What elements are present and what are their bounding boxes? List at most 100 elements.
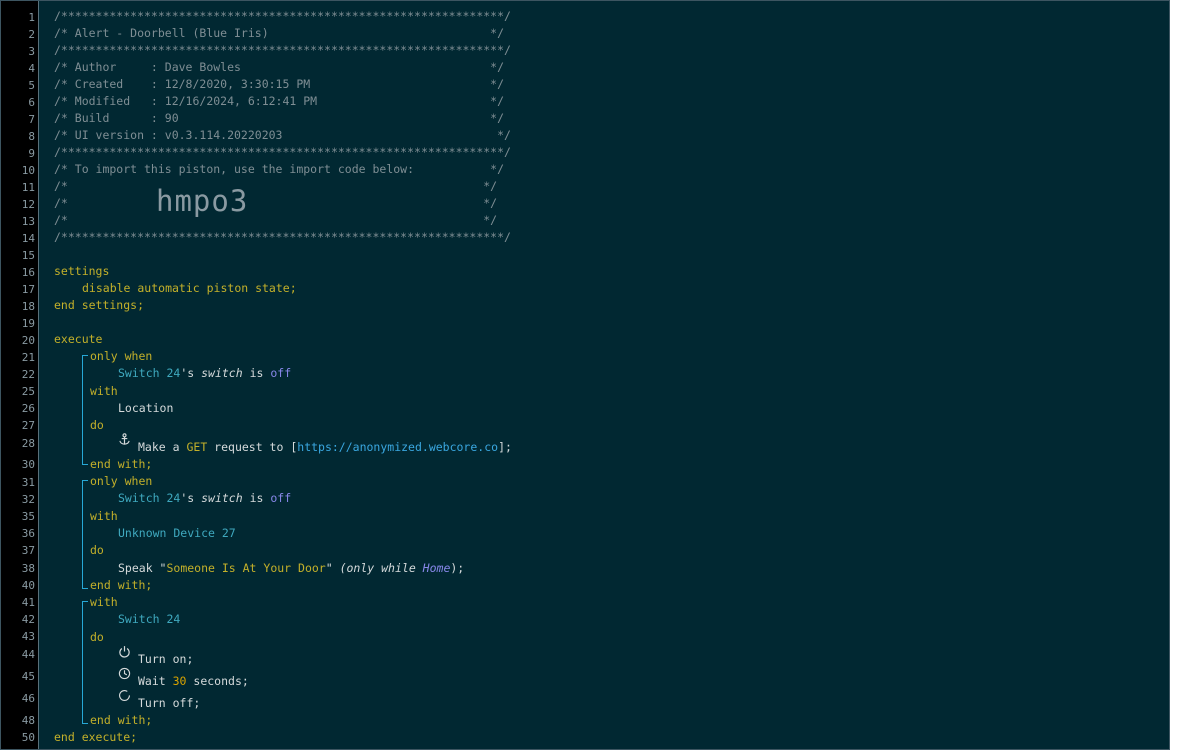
line-number: 2 [28, 28, 35, 41]
line-number: 16 [21, 266, 35, 279]
task-text: ]; [498, 440, 512, 454]
end-with-keyword: end with; [90, 578, 153, 592]
with-keyword: with [90, 384, 118, 398]
condition-value: off [270, 491, 292, 505]
do-keyword: do [90, 418, 104, 432]
line-number: 10 [21, 164, 35, 177]
task-text: Speak " [118, 561, 167, 575]
line-number: 48 [21, 714, 35, 727]
line-number: 3 [28, 45, 35, 58]
wait-duration: 30 [172, 674, 187, 688]
condition-text: 's [180, 366, 202, 380]
line-number: 42 [21, 613, 35, 626]
block-bracket [82, 601, 88, 724]
line-number: 21 [21, 351, 35, 364]
line-number: 13 [21, 215, 35, 228]
block-bracket [82, 480, 88, 589]
line-number: 36 [21, 527, 35, 540]
task-text: Make a [138, 440, 187, 454]
line-number: 46 [21, 692, 35, 705]
attribute-name: switch [201, 491, 243, 505]
power-off-icon [119, 690, 130, 701]
line-number: 38 [21, 562, 35, 575]
target-device: Switch 24 [118, 612, 181, 626]
condition-text: is [242, 366, 271, 380]
task-text: ); [450, 561, 465, 575]
condition: Switch 24's switch is off [118, 491, 291, 505]
turn-on-task: Turn on; [138, 652, 194, 666]
header-author: /* Author : Dave Bowles */ [54, 60, 505, 74]
line-number: 37 [21, 544, 35, 557]
http-method: GET [186, 440, 208, 454]
location-mode: Home [422, 561, 451, 575]
condition-text: 's [180, 491, 202, 505]
turn-off-task: Turn off; [138, 696, 201, 710]
header-title: /* Alert - Doorbell (Blue Iris) */ [54, 26, 505, 40]
line-number: 32 [21, 493, 35, 506]
header-border: /***************************************… [54, 9, 511, 23]
line-number: 20 [21, 334, 35, 347]
block-bracket [82, 355, 88, 465]
end-with-keyword: end with; [90, 713, 153, 727]
header-blank: /* */ [54, 213, 498, 227]
line-number: 22 [21, 368, 35, 381]
header-created: /* Created : 12/8/2020, 3:30:15 PM */ [54, 77, 505, 91]
condition-value: off [270, 366, 292, 380]
line-number: 45 [21, 670, 35, 683]
http-request-task: Make a GET request to [https://anonymize… [138, 440, 512, 454]
line-number: 1 [28, 11, 35, 24]
line-number: 44 [21, 648, 35, 661]
clock-icon [118, 667, 131, 680]
task-text: Wait [138, 674, 173, 688]
import-code: hmpo3 [156, 184, 249, 218]
line-number: 19 [21, 317, 35, 330]
wait-task: Wait 30 seconds; [138, 674, 249, 688]
header-border: /***************************************… [54, 145, 511, 159]
line-number: 27 [21, 419, 35, 432]
condition-text: is [242, 491, 271, 505]
line-number: 35 [21, 510, 35, 523]
line-number: 43 [21, 630, 35, 643]
line-number: 15 [21, 249, 35, 262]
line-number: 11 [21, 181, 35, 194]
speech-text: Someone Is At Your Door [166, 561, 326, 575]
task-text: seconds; [186, 674, 249, 688]
settings-keyword: settings [54, 264, 110, 278]
header-ui-version: /* UI version : v0.3.114.20220203 */ [54, 128, 511, 142]
settings-statement: disable automatic piston state; [82, 281, 297, 295]
line-number: 50 [21, 731, 35, 744]
header-build: /* Build : 90 */ [54, 111, 505, 125]
line-number: 28 [21, 437, 35, 450]
speak-task: Speak "Someone Is At Your Door" (only wh… [118, 561, 464, 575]
line-number: 6 [28, 96, 35, 109]
device-name: Switch 24 [118, 366, 181, 380]
line-number: 12 [21, 198, 35, 211]
line-number: 31 [21, 476, 35, 489]
line-number: 26 [21, 402, 35, 415]
power-icon [119, 646, 130, 658]
end-with-keyword: end with; [90, 457, 153, 471]
line-number: 40 [21, 579, 35, 592]
line-number: 41 [21, 596, 35, 609]
header-border: /***************************************… [54, 230, 511, 244]
settings-end: end settings; [54, 298, 145, 312]
header-border: /***************************************… [54, 43, 511, 57]
line-number: 5 [28, 79, 35, 92]
piston-code-view: 1 2 3 4 5 6 7 8 9 10 11 12 13 14 15 16 1… [0, 0, 1170, 750]
task-text: " [325, 561, 340, 575]
execute-end: end execute; [54, 730, 138, 744]
header-import-instructions: /* To import this piston, use the import… [54, 162, 505, 176]
attribute-name: switch [201, 366, 243, 380]
target-device: Unknown Device 27 [118, 526, 236, 540]
line-number: 14 [21, 232, 35, 245]
device-name: Switch 24 [118, 491, 181, 505]
request-url: https://anonymized.webcore.co [297, 440, 499, 454]
header-blank: /* */ [54, 196, 498, 210]
anchor-icon [119, 433, 130, 445]
line-number: 30 [21, 458, 35, 471]
only-when-keyword: only when [90, 474, 153, 488]
line-number: 17 [21, 283, 35, 296]
line-number: 25 [21, 385, 35, 398]
task-text: (only while [339, 561, 423, 575]
line-number: 18 [21, 300, 35, 313]
